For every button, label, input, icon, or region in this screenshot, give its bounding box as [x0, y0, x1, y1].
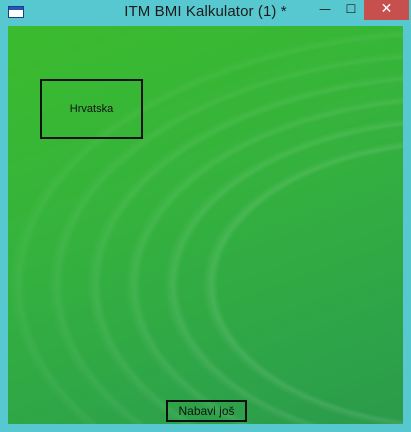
- buy-more-label: Nabavi još: [178, 404, 235, 418]
- title-bar[interactable]: ITM BMI Kalkulator (1) * — ☐ ✕: [0, 0, 411, 25]
- maximize-button[interactable]: ☐: [338, 0, 364, 20]
- minimize-button[interactable]: —: [312, 0, 338, 20]
- buy-more-button[interactable]: Nabavi još: [166, 400, 247, 422]
- app-window: ITM BMI Kalkulator (1) * — ☐ ✕ Hrvatska …: [0, 0, 411, 432]
- country-button[interactable]: Hrvatska: [40, 79, 143, 139]
- client-area: Hrvatska Nabavi još: [8, 26, 403, 424]
- close-button[interactable]: ✕: [364, 0, 409, 20]
- country-label: Hrvatska: [69, 103, 114, 115]
